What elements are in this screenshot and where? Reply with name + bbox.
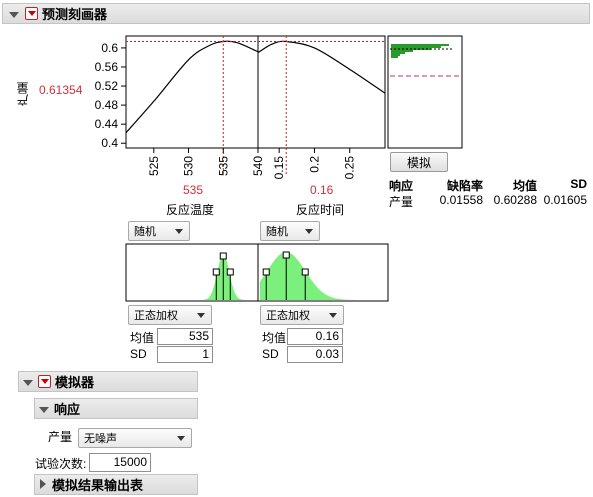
factor-2-sd-field[interactable]: 0.03 xyxy=(287,346,343,363)
distribution-handle xyxy=(226,268,234,276)
results-cell-defect: 0.01558 xyxy=(439,193,483,207)
factor-1-sd-label: SD xyxy=(130,347,147,361)
distribution-handle xyxy=(301,268,309,276)
distribution-handle xyxy=(262,268,270,276)
histogram-bar xyxy=(391,52,405,54)
histogram-bar xyxy=(391,50,413,52)
noise-select[interactable]: 无噪声 xyxy=(78,428,192,448)
x-tick-label: 525 xyxy=(147,156,161,176)
simulator-title: 模拟器 xyxy=(55,375,95,390)
output-table-title: 模拟结果输出表 xyxy=(52,478,144,493)
factor-2-name: 反应时间 xyxy=(296,203,345,217)
histogram-bar xyxy=(391,54,400,56)
output-table-header[interactable]: 模拟结果输出表 xyxy=(34,474,198,495)
y-tick-label: 0.48 xyxy=(95,98,119,112)
histogram-bar xyxy=(391,56,398,58)
distribution-handle xyxy=(212,268,220,276)
factor-1-name: 反应温度 xyxy=(166,203,215,217)
profile-plot-time xyxy=(257,35,386,176)
histogram-bar xyxy=(391,44,449,46)
y-tick-label: 0.6 xyxy=(101,41,118,55)
factor-2-mode-select[interactable]: 随机 xyxy=(260,221,320,241)
factor-2-mean-field[interactable]: 0.16 xyxy=(287,328,343,345)
results-header-mean: 均值 xyxy=(512,179,537,193)
y-tick-label: 0.44 xyxy=(95,117,119,131)
response-section-title: 响应 xyxy=(54,402,81,417)
red-triangle-menu-icon[interactable] xyxy=(38,375,51,388)
response-section-header[interactable]: 响应 xyxy=(34,398,198,419)
results-header-sd: SD xyxy=(570,177,587,191)
sim-response-name: 产量 xyxy=(48,430,73,444)
x-tick-label: 540 xyxy=(251,156,265,176)
results-table: 响应 缺陷率 均值 SD 产量 0.01558 0.60288 0.01605 xyxy=(389,177,587,209)
factor-distributions[interactable] xyxy=(0,240,400,302)
factor-1-mode-value: 随机 xyxy=(134,226,156,238)
results-cell-sd: 0.01605 xyxy=(543,193,587,207)
expand-icon[interactable] xyxy=(40,478,46,492)
factor-2-mean-label: 均值 xyxy=(262,331,287,345)
x-tick-label: 530 xyxy=(182,156,196,176)
chevron-down-icon xyxy=(305,229,313,234)
defect-histogram xyxy=(387,35,463,149)
factor-1-mean-field[interactable]: 535 xyxy=(157,328,213,345)
x-tick-label: 0.25 xyxy=(343,156,357,180)
x-tick-label: 0.2 xyxy=(307,156,321,173)
factor-1-dist-type-value: 正态加权 xyxy=(134,310,178,322)
plot-frame xyxy=(257,35,386,149)
factor-2-current-value[interactable]: 0.16 xyxy=(310,183,333,197)
factor-1-mode-select[interactable]: 随机 xyxy=(128,221,190,241)
chevron-down-icon xyxy=(329,313,337,318)
results-row: 产量 0.01558 0.60288 0.01605 xyxy=(389,193,587,209)
y-tick-label: 0.52 xyxy=(95,79,119,93)
chevron-down-icon xyxy=(197,313,205,318)
factor-1-sd-field[interactable]: 1 xyxy=(157,346,213,363)
x-tick-label: 535 xyxy=(216,156,230,176)
collapse-icon[interactable] xyxy=(39,402,49,416)
factor-2-mode-value: 随机 xyxy=(266,226,288,238)
distribution-handle xyxy=(219,252,227,260)
factor-1-mean-label: 均值 xyxy=(130,331,155,345)
runs-label: 试验次数: xyxy=(35,457,87,471)
results-cell-response: 产量 xyxy=(389,195,414,209)
factor-2-sd-label: SD xyxy=(262,347,279,361)
y-tick-label: 0.4 xyxy=(101,136,118,150)
simulator-header[interactable]: 模拟器 xyxy=(18,371,198,392)
results-header-response: 响应 xyxy=(389,179,414,193)
profile-plot-temperature xyxy=(125,35,259,176)
distribution-handle xyxy=(282,251,290,259)
factor-1-current-value[interactable]: 535 xyxy=(183,183,203,197)
x-tick-label: 0.15 xyxy=(272,156,286,180)
collapse-icon[interactable] xyxy=(23,375,33,389)
simulate-button[interactable]: 模拟 xyxy=(390,152,448,172)
runs-field[interactable]: 15000 xyxy=(89,453,151,472)
chevron-down-icon xyxy=(175,229,183,234)
y-tick-label: 0.56 xyxy=(95,60,119,74)
factor-1-dist-type-select[interactable]: 正态加权 xyxy=(128,305,212,325)
factor-2-dist-type-value: 正态加权 xyxy=(266,310,310,322)
histogram-bar xyxy=(391,46,441,48)
plot-frame xyxy=(125,35,259,149)
results-header-defect: 缺陷率 xyxy=(446,179,483,193)
results-cell-mean: 0.60288 xyxy=(493,193,537,207)
factor-2-dist-type-select[interactable]: 正态加权 xyxy=(260,305,344,325)
noise-select-value: 无噪声 xyxy=(84,433,117,445)
chevron-down-icon xyxy=(177,436,185,441)
